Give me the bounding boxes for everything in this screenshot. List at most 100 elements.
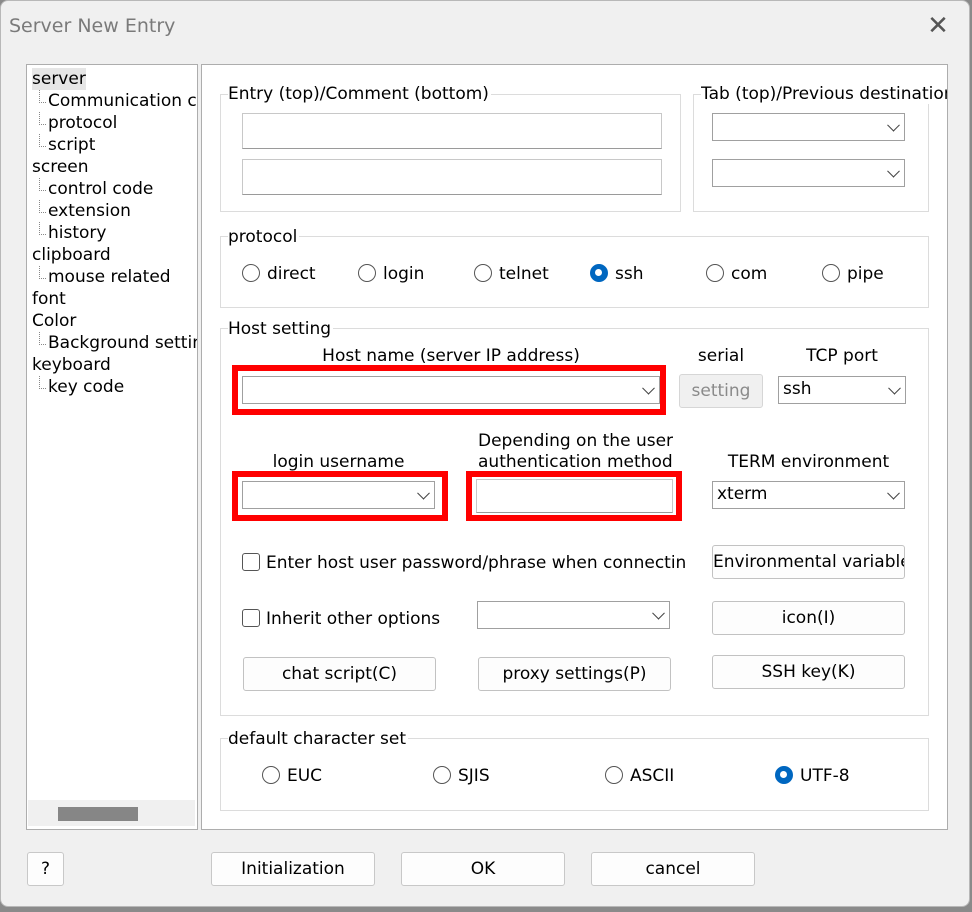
tab-group-label: Tab (top)/Previous destination — [701, 84, 947, 104]
tree-connector — [39, 200, 46, 213]
radio-circle-selected — [590, 264, 608, 282]
checkbox-label: Inherit other options — [266, 609, 441, 629]
dialog-window: Server New Entry ✕ server Communication … — [0, 0, 970, 907]
auth-label-line2: authentication method — [478, 452, 673, 472]
term-environment-select[interactable]: xterm — [712, 481, 905, 509]
tree-item-protocol[interactable]: protocol — [48, 112, 117, 134]
protocol-radio-telnet[interactable]: telnet — [474, 263, 549, 285]
protocol-radio-com[interactable]: com — [706, 263, 767, 285]
tree-item-extension[interactable]: extension — [48, 200, 131, 222]
radio-label: direct — [267, 264, 316, 284]
radio-label: UTF-8 — [800, 766, 850, 786]
tree-connector — [39, 222, 46, 235]
radio-label: login — [383, 264, 425, 284]
chevron-down-icon — [887, 164, 900, 178]
protocol-radio-login[interactable]: login — [358, 263, 424, 285]
tree-horizontal-scrollbar[interactable] — [28, 800, 195, 826]
environmental-variables-button[interactable]: Environmental variables(V) — [712, 545, 905, 579]
entry-input[interactable] — [242, 113, 662, 149]
charset-radio-utf8[interactable]: UTF-8 — [775, 765, 850, 787]
checkbox-label: Enter host user password/phrase when con… — [266, 553, 685, 573]
tree-item-background[interactable]: Background settin — [48, 332, 197, 354]
tree-connector — [39, 112, 46, 125]
settings-panel: Entry (top)/Comment (bottom) Tab (top)/P… — [201, 64, 948, 830]
radio-label: ASCII — [630, 766, 675, 786]
tree-connector — [39, 134, 46, 147]
password-checkbox[interactable]: Enter host user password/phrase when con… — [242, 552, 685, 574]
comment-input[interactable] — [242, 159, 662, 195]
previous-destination-select[interactable] — [712, 159, 905, 187]
chevron-down-icon — [652, 606, 665, 620]
protocol-group-label: protocol — [228, 227, 300, 247]
radio-label: telnet — [499, 264, 549, 284]
tree-item-clipboard[interactable]: clipboard — [32, 244, 111, 266]
tab-select[interactable] — [712, 113, 905, 141]
ssh-key-button[interactable]: SSH key(K) — [712, 655, 905, 689]
tree-item-screen[interactable]: screen — [32, 156, 89, 178]
entry-group-label: Entry (top)/Comment (bottom) — [228, 84, 491, 104]
tree-connector — [39, 90, 46, 103]
tree-connector — [39, 332, 46, 345]
tree-connector — [39, 376, 46, 389]
tree-item-communication[interactable]: Communication co — [48, 90, 197, 112]
ok-button[interactable]: OK — [401, 852, 565, 886]
chevron-down-icon — [887, 118, 900, 132]
tree-item-server[interactable]: server — [32, 68, 86, 90]
tree-connector — [39, 266, 46, 279]
radio-label: SJIS — [458, 766, 490, 786]
chevron-down-icon — [887, 486, 900, 500]
radio-label: EUC — [287, 766, 323, 786]
radio-circle — [262, 766, 280, 784]
radio-label: com — [731, 264, 768, 284]
charset-radio-ascii[interactable]: ASCII — [605, 765, 674, 787]
radio-circle — [242, 264, 260, 282]
proxy-settings-button[interactable]: proxy settings(P) — [478, 657, 671, 691]
inherit-options-checkbox[interactable]: Inherit other options — [242, 608, 472, 630]
tree-item-color[interactable]: Color — [32, 310, 76, 332]
scrollbar-thumb[interactable] — [58, 807, 138, 821]
chevron-down-icon — [888, 381, 901, 395]
radio-label: pipe — [847, 264, 884, 284]
tree-item-control-code[interactable]: control code — [48, 178, 153, 200]
icon-button[interactable]: icon(I) — [712, 601, 905, 635]
auth-label-line1: Depending on the user — [478, 431, 674, 451]
host-setting-group-label: Host setting — [228, 319, 334, 339]
inherit-options-select[interactable] — [477, 601, 670, 629]
protocol-radio-ssh[interactable]: ssh — [590, 263, 644, 285]
tab-group — [693, 94, 929, 212]
tree-item-font[interactable]: font — [32, 288, 66, 310]
charset-group-label: default character set — [228, 729, 409, 749]
tree-item-history[interactable]: history — [48, 222, 106, 244]
login-username-label: login username — [272, 452, 405, 472]
tree-item-mouse-related[interactable]: mouse related — [48, 266, 171, 288]
tree-connector — [39, 178, 46, 191]
help-button[interactable]: ? — [27, 852, 64, 886]
initialization-button[interactable]: Initialization — [211, 852, 375, 886]
hostname-highlight — [232, 365, 666, 415]
protocol-radio-pipe[interactable]: pipe — [822, 263, 884, 285]
serial-setting-button[interactable]: setting — [679, 374, 763, 408]
term-environment-value: xterm — [717, 484, 768, 504]
chat-script-button[interactable]: chat script(C) — [243, 657, 436, 691]
window-title: Server New Entry — [9, 15, 176, 37]
tcp-port-select[interactable]: ssh — [778, 376, 906, 404]
charset-radio-euc[interactable]: EUC — [262, 765, 322, 787]
protocol-radio-direct[interactable]: direct — [242, 263, 316, 285]
radio-circle-selected — [775, 766, 793, 784]
charset-radio-sjis[interactable]: SJIS — [433, 765, 490, 787]
radio-circle — [822, 264, 840, 282]
radio-circle — [706, 264, 724, 282]
title-bar: Server New Entry ✕ — [1, 1, 969, 53]
close-icon[interactable]: ✕ — [921, 9, 955, 43]
tree-item-script[interactable]: script — [48, 134, 95, 156]
tree-item-keyboard[interactable]: keyboard — [32, 354, 111, 376]
term-environment-label: TERM environment — [727, 452, 890, 472]
login-username-highlight — [232, 471, 448, 521]
tree-item-key-code[interactable]: key code — [48, 376, 124, 398]
checkbox-box — [242, 553, 260, 571]
radio-circle — [474, 264, 492, 282]
category-tree[interactable]: server Communication co protocol script … — [26, 64, 198, 830]
serial-label: serial — [697, 346, 745, 366]
tcp-port-value: ssh — [783, 379, 812, 399]
cancel-button[interactable]: cancel — [591, 852, 755, 886]
